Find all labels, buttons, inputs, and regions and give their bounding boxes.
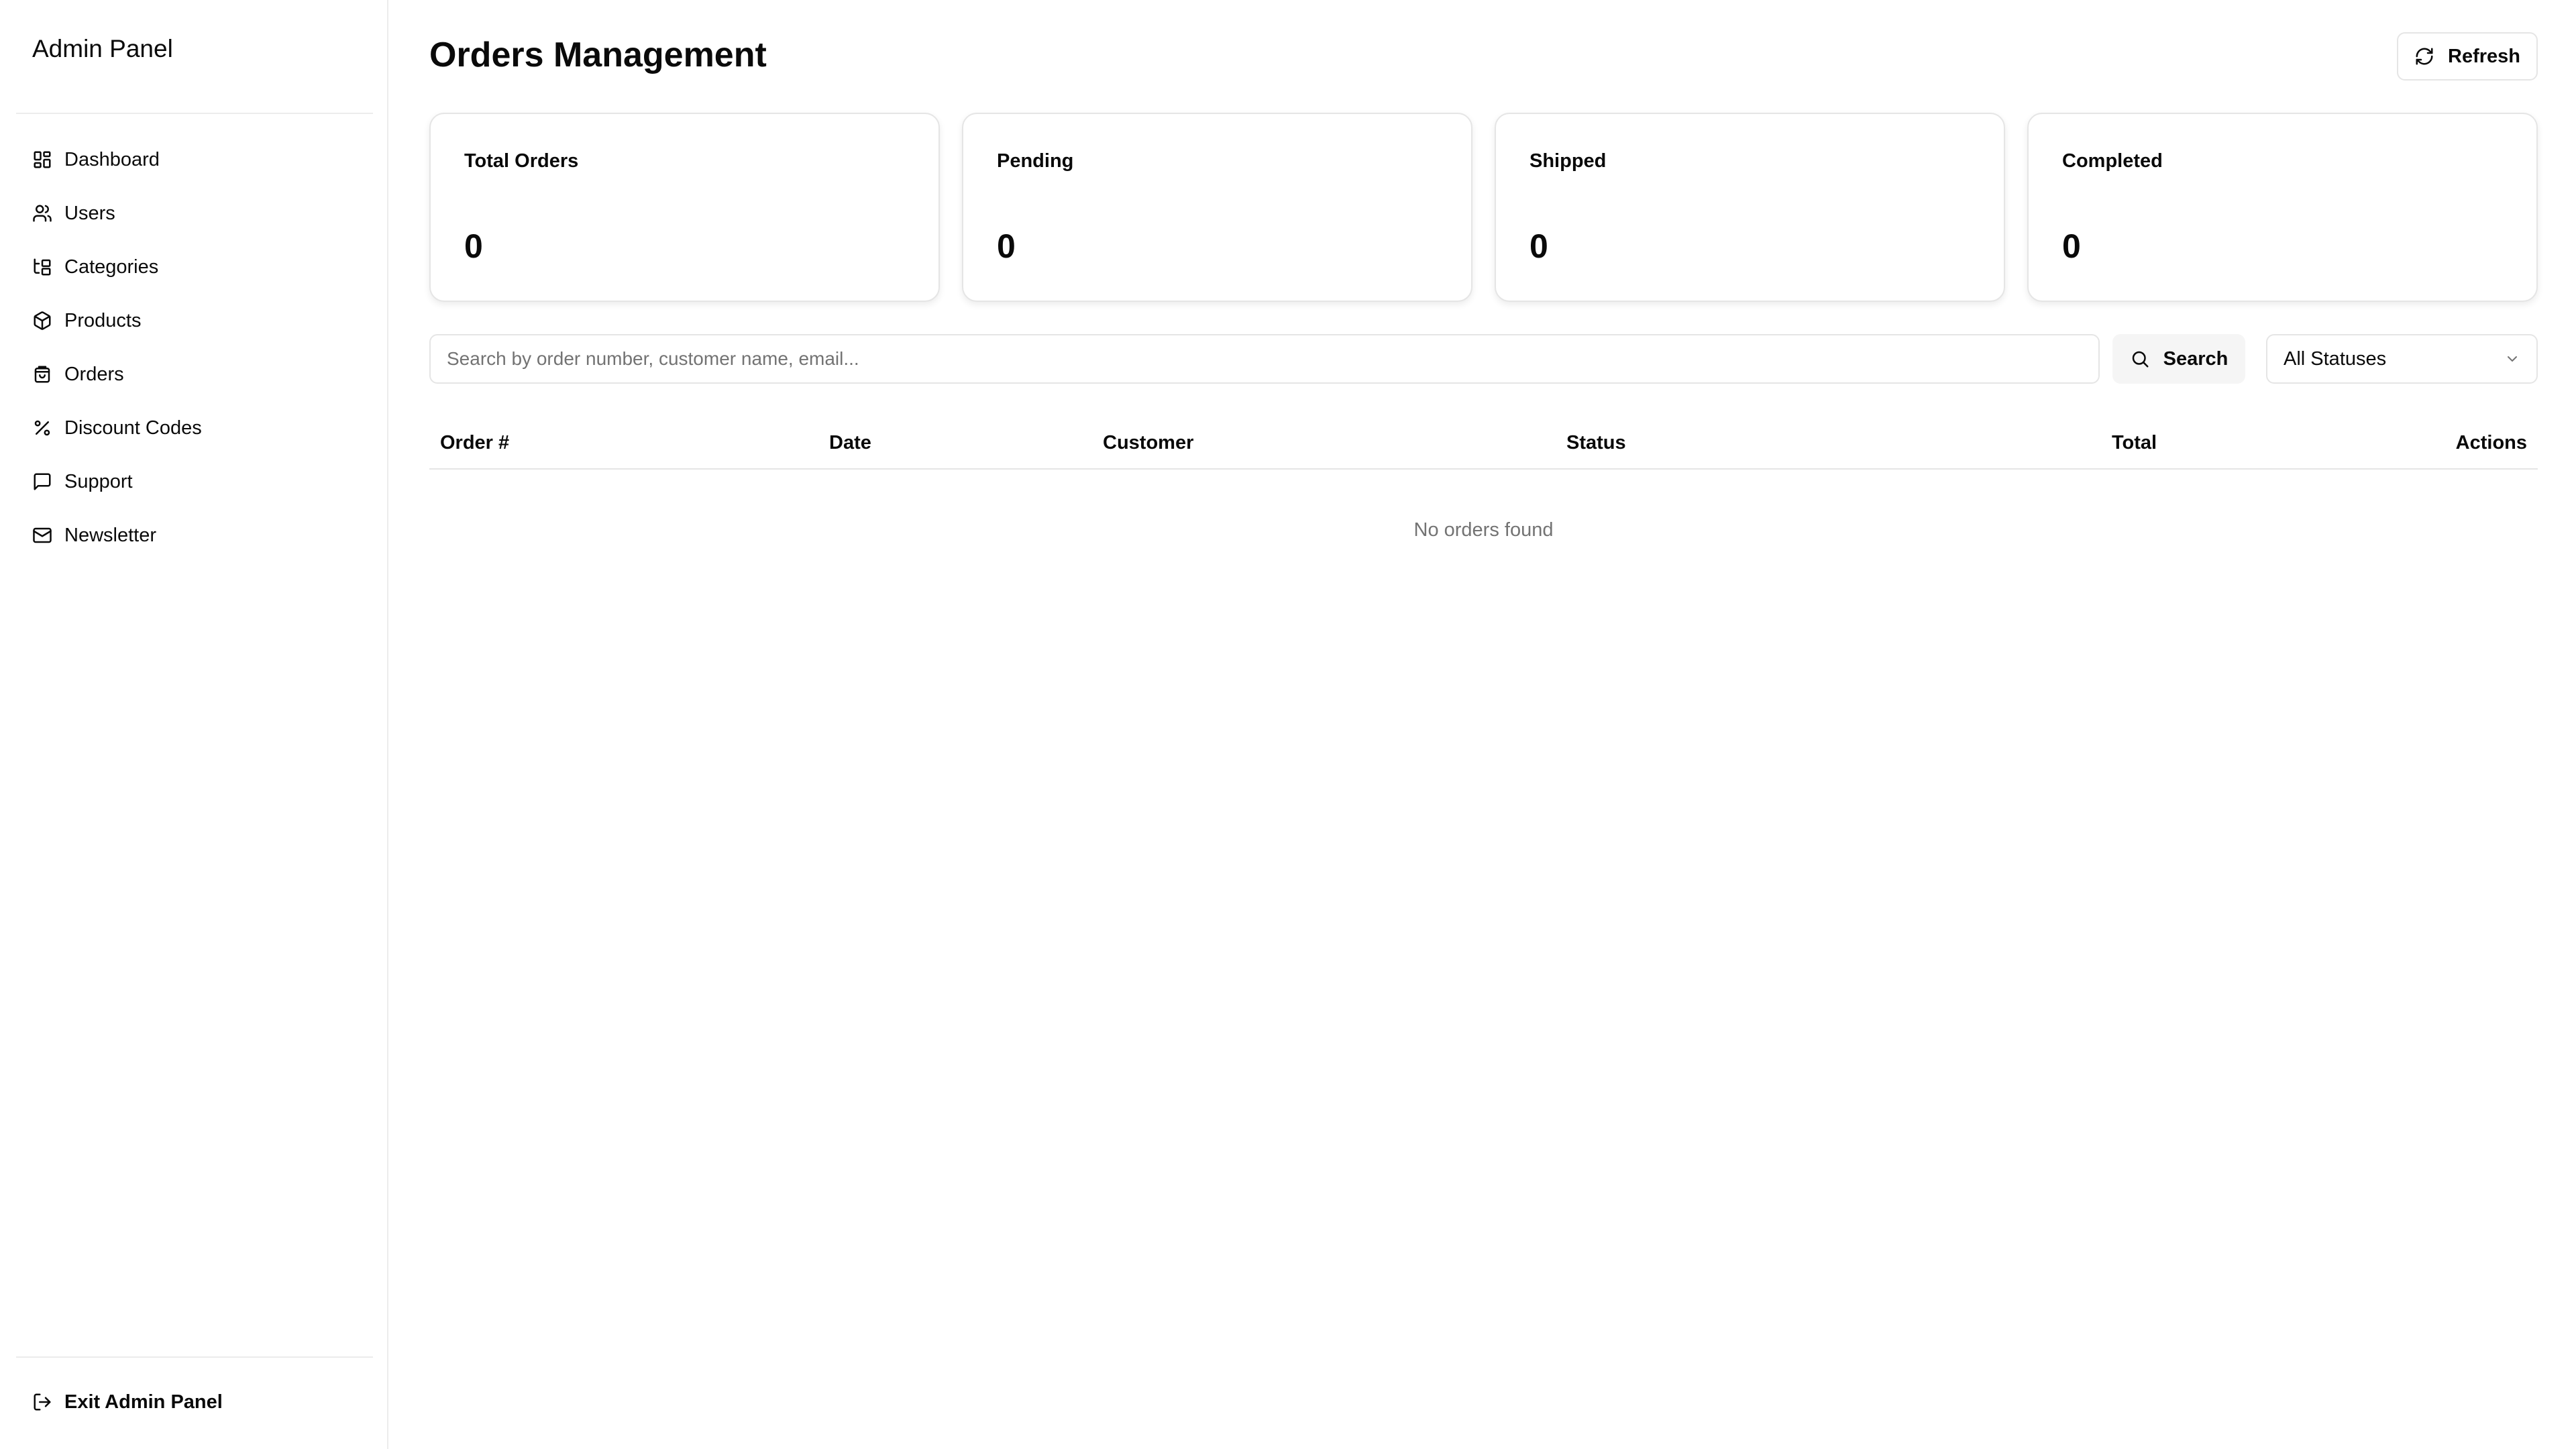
stat-card-total-orders: Total Orders 0 bbox=[429, 113, 940, 302]
sidebar-item-support[interactable]: Support bbox=[16, 455, 373, 508]
layout-grid-icon bbox=[34, 151, 51, 168]
status-filter-select[interactable]: All Statuses bbox=[2266, 334, 2538, 384]
sidebar-item-label: Orders bbox=[64, 363, 124, 385]
sidebar-nav: Dashboard Users Categories Products Orde… bbox=[16, 133, 373, 562]
stat-card-completed: Completed 0 bbox=[2027, 113, 2538, 302]
package-icon bbox=[34, 311, 51, 330]
search-icon bbox=[2132, 351, 2149, 368]
message-square-icon bbox=[34, 473, 51, 490]
sidebar-divider bbox=[16, 1356, 373, 1358]
sidebar-item-discount-codes[interactable]: Discount Codes bbox=[16, 401, 373, 455]
column-header-date: Date bbox=[829, 432, 871, 453]
mail-icon bbox=[33, 527, 52, 543]
column-header-status: Status bbox=[1566, 432, 1626, 453]
stat-label: Completed bbox=[2062, 150, 2163, 172]
stat-label: Shipped bbox=[1529, 150, 1607, 172]
column-header-total: Total bbox=[2112, 432, 2157, 453]
stat-value: 0 bbox=[1529, 227, 1548, 265]
log-out-icon bbox=[34, 1393, 51, 1411]
stat-card-shipped: Shipped 0 bbox=[1495, 113, 2005, 302]
column-header-customer: Customer bbox=[1103, 432, 1194, 453]
refresh-icon bbox=[2416, 48, 2433, 65]
status-filter-value: All Statuses bbox=[2284, 347, 2387, 370]
stat-card-pending: Pending 0 bbox=[962, 113, 1472, 302]
sidebar-item-products[interactable]: Products bbox=[16, 294, 373, 347]
refresh-button[interactable]: Refresh bbox=[2397, 32, 2538, 80]
folder-tree-icon bbox=[34, 258, 51, 276]
empty-state-message: No orders found bbox=[1413, 519, 1554, 541]
chevron-down-icon bbox=[2508, 356, 2517, 362]
sidebar-item-label: Discount Codes bbox=[64, 417, 202, 439]
column-header-order-number: Order # bbox=[440, 432, 510, 453]
sidebar-item-label: Products bbox=[64, 309, 142, 331]
stat-label: Total Orders bbox=[464, 150, 579, 172]
search-button[interactable]: Search bbox=[2112, 334, 2245, 384]
brand-title: Admin Panel bbox=[32, 35, 173, 62]
sidebar-item-label: Newsletter bbox=[64, 524, 156, 546]
sidebar-item-orders[interactable]: Orders bbox=[16, 347, 373, 401]
sidebar-item-label: Dashboard bbox=[64, 148, 160, 170]
sidebar-divider bbox=[16, 113, 373, 114]
column-header-actions: Actions bbox=[2455, 432, 2527, 453]
shopping-bag-icon bbox=[34, 366, 50, 383]
stats-row: Total Orders 0 Pending 0 Shipped 0 Compl… bbox=[429, 113, 2538, 302]
stat-value: 0 bbox=[464, 227, 483, 265]
sidebar-item-label: Users bbox=[64, 202, 115, 224]
orders-table: Order # Date Customer Status Total Actio… bbox=[429, 420, 2538, 541]
sidebar-item-dashboard[interactable]: Dashboard bbox=[16, 133, 373, 186]
refresh-label: Refresh bbox=[2448, 45, 2520, 67]
search-button-label: Search bbox=[2163, 347, 2229, 370]
stat-value: 0 bbox=[2062, 227, 2081, 265]
sidebar-item-categories[interactable]: Categories bbox=[16, 240, 373, 294]
search-input[interactable] bbox=[429, 334, 2100, 384]
stat-label: Pending bbox=[997, 150, 1074, 172]
percent-icon bbox=[34, 420, 50, 436]
exit-admin-label: Exit Admin Panel bbox=[64, 1391, 223, 1413]
sidebar: Admin Panel Dashboard Users Categories P… bbox=[0, 0, 388, 1449]
sidebar-item-label: Categories bbox=[64, 256, 159, 278]
users-icon bbox=[33, 205, 52, 222]
sidebar-item-label: Support bbox=[64, 470, 133, 492]
table-header: Order # Date Customer Status Total Actio… bbox=[429, 420, 2538, 470]
page-title: Orders Management bbox=[429, 36, 767, 74]
sidebar-item-newsletter[interactable]: Newsletter bbox=[16, 508, 373, 562]
exit-admin-button[interactable]: Exit Admin Panel bbox=[16, 1375, 373, 1429]
sidebar-item-users[interactable]: Users bbox=[16, 186, 373, 240]
main-content: Orders Management Refresh Total Orders 0… bbox=[388, 0, 2576, 1449]
stat-value: 0 bbox=[997, 227, 1016, 265]
